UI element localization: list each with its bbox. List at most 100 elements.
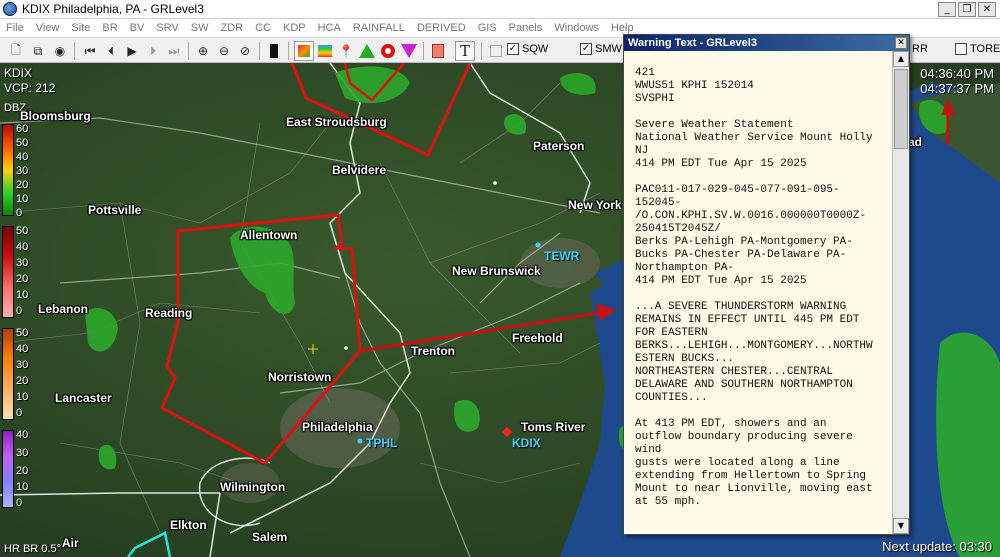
radar-site-tphl[interactable]: TPHL: [366, 436, 397, 450]
tick-40d: 40: [16, 429, 29, 441]
open-file-icon[interactable]: 🗋: [6, 41, 26, 61]
snow-strip: [2, 430, 14, 508]
last-frame-icon[interactable]: ⏭: [164, 41, 184, 61]
black-rectangle-icon[interactable]: [264, 41, 284, 61]
warning-text-window[interactable]: Warning Text - GRLevel3 ✕ 421 WWUS51 KPH…: [623, 34, 910, 535]
menu-sw[interactable]: SW: [185, 22, 215, 34]
dbz-color-bar: DBZ 60 50 40 30 20 10 0 50 40 30 20 10 0…: [0, 102, 40, 534]
scroll-down-icon[interactable]: ▼: [893, 518, 909, 534]
menu-kdp[interactable]: KDP: [277, 22, 312, 34]
city-new-york: New York: [568, 198, 622, 212]
city-trenton: Trenton: [411, 344, 455, 358]
ice-strip: [2, 328, 14, 420]
menu-derived[interactable]: DERIVED: [411, 22, 472, 34]
warning-window-title: Warning Text - GRLevel3: [628, 37, 757, 49]
clock-time-2: 04:37:37 PM: [920, 81, 994, 96]
tick-20c: 20: [16, 375, 29, 387]
radar-site-kdix[interactable]: KDIX: [512, 436, 541, 450]
title-bar: KDIX Philadelphia, PA - GRLevel3 _ ❐ ✕: [0, 0, 1000, 19]
tick-0b: 0: [16, 305, 23, 317]
product-label: HR BR 0.5°: [4, 543, 61, 555]
settings-globe-icon[interactable]: ◉: [50, 41, 70, 61]
restore-button[interactable]: ❐: [958, 2, 976, 17]
vcp-label: VCP: 212: [4, 81, 56, 95]
tick-30c: 30: [16, 359, 29, 371]
menu-view[interactable]: View: [30, 22, 66, 34]
sqw-check-icon: ✓: [507, 43, 519, 55]
menu-bv[interactable]: BV: [124, 22, 151, 34]
warning-window-titlebar[interactable]: Warning Text - GRLevel3 ✕: [624, 35, 909, 51]
city-new-brunswick: New Brunswick: [452, 264, 541, 278]
tick-10c: 10: [16, 391, 29, 403]
tick-50: 50: [16, 137, 29, 149]
city-east-stroudsburg: East Stroudsburg: [286, 115, 387, 129]
copy-icon[interactable]: ⧉: [28, 41, 48, 61]
menu-panels[interactable]: Panels: [503, 22, 549, 34]
reflectivity-strip: [2, 124, 14, 216]
menu-srv[interactable]: SRV: [150, 22, 184, 34]
scroll-up-icon[interactable]: ▲: [893, 51, 909, 67]
tick-40b: 40: [16, 241, 29, 253]
rr-checkbox[interactable]: RR: [912, 43, 928, 55]
tore-checkbox[interactable]: TORE: [955, 43, 1000, 55]
close-button[interactable]: ✕: [978, 2, 996, 17]
play-icon[interactable]: ▶: [122, 41, 142, 61]
city-air: Air: [62, 536, 79, 550]
previous-frame-icon[interactable]: ⏴: [101, 41, 121, 61]
app-icon: [3, 2, 17, 16]
smw-checkbox[interactable]: ✓ SMW: [580, 43, 622, 55]
zoom-out-icon[interactable]: ⊖: [214, 41, 234, 61]
city-reading: Reading: [145, 306, 193, 320]
text-tool-icon[interactable]: T: [455, 41, 475, 61]
city-partial-ad: ad: [908, 135, 923, 149]
city-norristown: Norristown: [268, 370, 332, 384]
tewr-marker: [535, 242, 541, 248]
tick-20b: 20: [16, 273, 29, 285]
warning-text-content: 421 WWUS51 KPHI 152014 SVSPHI Severe Wea…: [635, 67, 873, 508]
grlevel3-window: KDIX Philadelphia, PA - GRLevel3 _ ❐ ✕ F…: [0, 0, 1000, 557]
tick-10: 10: [16, 193, 29, 205]
menu-br[interactable]: BR: [96, 22, 123, 34]
zoom-in-icon[interactable]: ⊕: [193, 41, 213, 61]
city-wilmington: Wilmington: [220, 480, 286, 494]
color-table-icon[interactable]: [315, 41, 335, 61]
menu-hca[interactable]: HCA: [312, 22, 347, 34]
sqw-checkbox[interactable]: ✓ SQW: [507, 43, 548, 55]
city-lancaster: Lancaster: [55, 391, 112, 405]
orange-square-icon[interactable]: [428, 41, 448, 61]
tick-20d: 20: [16, 465, 29, 477]
magenta-triangle-icon[interactable]: [399, 41, 419, 61]
minimize-button[interactable]: _: [938, 2, 956, 17]
menu-zdr[interactable]: ZDR: [214, 22, 249, 34]
city-salem: Salem: [252, 530, 288, 544]
warning-close-button[interactable]: ✕: [895, 37, 907, 49]
sqw-label: SQW: [522, 43, 549, 55]
menu-help[interactable]: Help: [605, 22, 640, 34]
green-triangle-icon[interactable]: [357, 41, 377, 61]
smw-check-icon: ✓: [580, 43, 592, 55]
next-update-label: Next update: 03:30: [882, 539, 992, 554]
zoom-reset-icon[interactable]: ⊘: [235, 41, 255, 61]
menu-gis[interactable]: GIS: [472, 22, 503, 34]
polygon-warnings-icon[interactable]: [294, 41, 314, 61]
menu-file[interactable]: File: [0, 22, 30, 34]
menu-cc[interactable]: CC: [249, 22, 277, 34]
warning-text-body[interactable]: 421 WWUS51 KPHI 152014 SVSPHI Severe Wea…: [624, 51, 892, 534]
city-allentown: Allentown: [240, 228, 298, 242]
warning-scrollbar[interactable]: ▲ ▼: [892, 51, 909, 534]
pin-icon[interactable]: 📍: [336, 41, 356, 61]
menu-rainfall[interactable]: RAINFALL: [347, 22, 411, 34]
radar-site-tewr[interactable]: TEWR: [544, 249, 579, 263]
menu-site[interactable]: Site: [65, 22, 96, 34]
tick-50c: 50: [16, 327, 29, 339]
menu-windows[interactable]: Windows: [548, 22, 605, 34]
disabled-box-icon[interactable]: [486, 41, 506, 61]
tphl-marker: [357, 438, 363, 444]
first-frame-icon[interactable]: ⏮: [80, 41, 100, 61]
next-frame-icon[interactable]: ⏵: [143, 41, 163, 61]
scroll-thumb[interactable]: [894, 69, 908, 149]
red-ring-icon[interactable]: [378, 41, 398, 61]
city-paterson: Paterson: [533, 139, 585, 153]
tick-20: 20: [16, 179, 29, 191]
tick-0d: 0: [16, 497, 23, 509]
